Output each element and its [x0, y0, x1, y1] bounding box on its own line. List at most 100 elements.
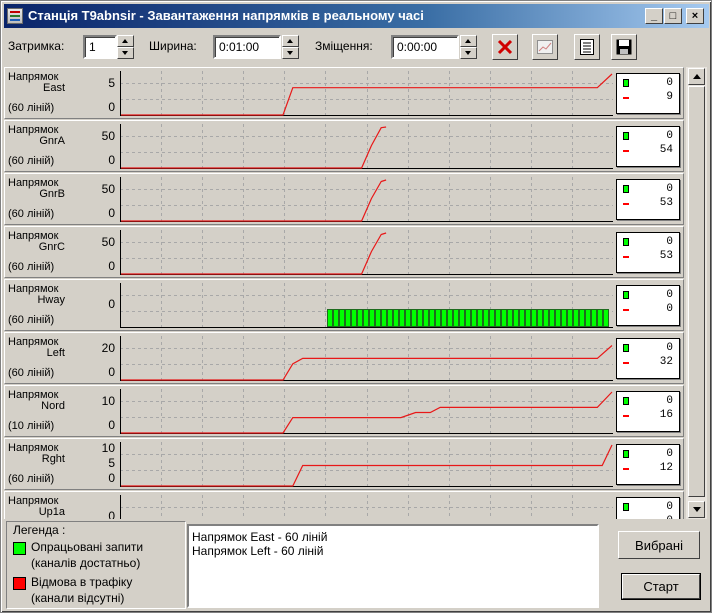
- processed-bar: [375, 309, 381, 327]
- list-item[interactable]: Напрямок East - 60 ліній: [192, 530, 327, 544]
- direction-panel: Напрямок GnrC (60 ліній) 50 0 0 53: [4, 226, 684, 278]
- processed-bar: [531, 309, 537, 327]
- width-spin-down-icon[interactable]: [282, 47, 299, 59]
- delay-spinner[interactable]: [117, 35, 134, 59]
- processed-bar: [351, 309, 357, 327]
- refused-count: 0: [666, 515, 673, 519]
- legend-title: Легенда :: [13, 523, 66, 537]
- processed-indicator-icon: [623, 79, 629, 87]
- start-button[interactable]: Старт: [621, 573, 701, 600]
- legend-processed-line1: Опрацьовані запити: [31, 540, 144, 554]
- delete-button[interactable]: [492, 34, 518, 60]
- processed-count: 0: [666, 289, 673, 301]
- counter-box: 0 53: [616, 232, 680, 273]
- refused-count: 9: [666, 91, 673, 103]
- refused-count: 53: [659, 197, 673, 209]
- scroll-thumb[interactable]: [688, 86, 705, 497]
- processed-count: 0: [666, 183, 673, 195]
- processed-bar: [435, 309, 441, 327]
- processed-bar: [333, 309, 339, 327]
- lines-count: (60 ліній): [8, 261, 55, 273]
- delay-input[interactable]: 1: [83, 35, 117, 59]
- scroll-down-icon[interactable]: [688, 501, 705, 518]
- processed-bar: [471, 309, 477, 327]
- counter-box: 0 32: [616, 338, 680, 379]
- list-item[interactable]: Напрямок Left - 60 ліній: [192, 544, 323, 558]
- save-button[interactable]: [611, 34, 637, 60]
- direction-name: Nord: [41, 400, 65, 412]
- plot-background: [120, 124, 613, 171]
- refused-count: 54: [659, 144, 673, 156]
- chart-area: Напрямок East (60 ліній) 5 0 0 9 Напрямок GnrA (6…: [4, 67, 684, 519]
- legend-refused-line2: (канали відсутні): [31, 591, 125, 605]
- direction-name: Left: [46, 347, 65, 359]
- processed-bar: [603, 309, 609, 327]
- refused-indicator-icon: [623, 203, 629, 205]
- direction-name: GnrB: [39, 188, 65, 200]
- processed-bar: [459, 309, 465, 327]
- plot-background: [120, 230, 613, 277]
- delay-spin-down-icon[interactable]: [117, 47, 134, 59]
- selected-directions-list[interactable]: Напрямок East - 60 ліній Напрямок Left -…: [187, 524, 599, 608]
- counter-box: 0 54: [616, 126, 680, 167]
- processed-bar: [441, 309, 447, 327]
- refused-indicator-icon: [623, 97, 629, 99]
- offset-input[interactable]: 0:00:00: [391, 35, 459, 59]
- processed-bar: [567, 309, 573, 327]
- plot-background: [120, 389, 613, 436]
- offset-spin-up-icon[interactable]: [460, 35, 477, 47]
- minimize-button[interactable]: _: [645, 8, 663, 24]
- maximize-button[interactable]: □: [664, 8, 682, 24]
- counter-box: 0 16: [616, 391, 680, 432]
- chart-button[interactable]: [532, 34, 558, 60]
- processed-bar: [495, 309, 501, 327]
- refused-indicator-icon: [623, 468, 629, 470]
- processed-bar: [597, 309, 603, 327]
- width-input[interactable]: 0:01:00: [213, 35, 281, 59]
- processed-indicator-icon: [623, 397, 629, 405]
- trend-plot: [120, 389, 613, 436]
- app-icon: [7, 8, 23, 24]
- y-tick-label: 0: [108, 259, 115, 273]
- refused-count: 32: [659, 356, 673, 368]
- processed-bar: [381, 309, 387, 327]
- y-tick-label: 10: [101, 394, 115, 408]
- trend-plot: [120, 124, 613, 171]
- processed-bar: [507, 309, 513, 327]
- counter-box: 0 12: [616, 444, 680, 485]
- width-label: Ширина:: [149, 39, 197, 53]
- processed-bar: [357, 309, 363, 327]
- legend: Легенда : Опрацьовані запити (каналів до…: [6, 521, 186, 609]
- legend-processed-line2: (каналів достатньо): [31, 556, 141, 570]
- vertical-scrollbar[interactable]: [686, 67, 707, 519]
- refused-count: 12: [659, 462, 673, 474]
- processed-bar: [387, 309, 393, 327]
- processed-bar: [423, 309, 429, 327]
- processed-bar: [393, 309, 399, 327]
- selected-button[interactable]: Вибрані: [618, 531, 700, 559]
- window-title: Станція T9abnsir - Завантаження напрямкі…: [28, 8, 424, 23]
- list-button[interactable]: [574, 34, 600, 60]
- y-tick-label: 50: [101, 182, 115, 196]
- direction-name: East: [42, 82, 65, 94]
- processed-bar: [429, 309, 435, 327]
- offset-spin-down-icon[interactable]: [460, 47, 477, 59]
- close-button[interactable]: ×: [686, 8, 704, 24]
- width-spin-up-icon[interactable]: [282, 35, 299, 47]
- lines-count: (60 ліній): [8, 473, 55, 485]
- delay-spin-up-icon[interactable]: [117, 35, 134, 47]
- scroll-up-icon[interactable]: [688, 68, 705, 85]
- width-spinner[interactable]: [282, 35, 299, 59]
- y-tick-label: 0: [108, 206, 115, 220]
- processed-indicator-icon: [623, 238, 629, 246]
- y-tick-label: 0: [108, 418, 115, 432]
- trend-plot: [120, 177, 613, 224]
- save-icon: [616, 39, 632, 55]
- direction-panel: Напрямок GnrB (60 ліній) 50 0 0 53: [4, 173, 684, 225]
- processed-indicator-icon: [623, 503, 629, 511]
- processed-indicator-icon: [623, 185, 629, 193]
- offset-spinner[interactable]: [460, 35, 477, 59]
- trend-plot: [120, 283, 613, 330]
- processed-count: 0: [666, 77, 673, 89]
- lines-count: (10 ліній): [8, 420, 55, 432]
